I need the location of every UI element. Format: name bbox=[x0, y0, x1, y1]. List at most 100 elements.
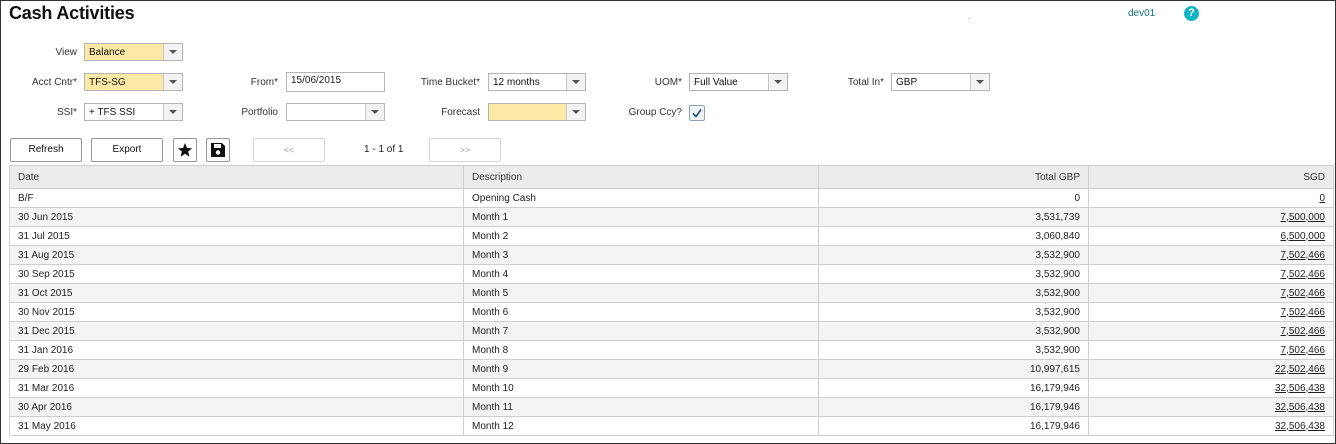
cash-activities-table: Date Description Total GBP SGD B/F Openin… bbox=[9, 165, 1334, 436]
chevron-down-icon[interactable] bbox=[163, 44, 182, 60]
description-cell: Month 10 bbox=[463, 378, 819, 398]
star-icon bbox=[177, 143, 193, 157]
time-bucket-select[interactable]: 12 months bbox=[488, 73, 586, 91]
view-value: Balance bbox=[89, 47, 126, 58]
ssi-select[interactable]: + TFS SSI bbox=[84, 103, 183, 121]
chevron-down-icon[interactable] bbox=[566, 74, 585, 90]
ssi-label: SSI* bbox=[56, 107, 77, 118]
table-row: 31 Dec 2015 Month 7 3,532,900 7,502,466 bbox=[9, 321, 1334, 341]
chevron-down-icon[interactable] bbox=[163, 74, 182, 90]
acct-cntr-select[interactable]: TFS-SG bbox=[84, 73, 183, 91]
date-cell: 31 Jan 2016 bbox=[9, 340, 464, 360]
column-header-description[interactable]: Description bbox=[463, 165, 819, 189]
date-cell: B/F bbox=[9, 188, 464, 208]
total-gbp-cell: 3,532,900 bbox=[818, 283, 1089, 303]
total-gbp-cell: 3,532,900 bbox=[818, 321, 1089, 341]
date-cell: 30 Sep 2015 bbox=[9, 264, 464, 284]
table-row: 30 Jun 2015 Month 1 3,531,739 7,500,000 bbox=[9, 207, 1334, 227]
portfolio-select[interactable] bbox=[286, 103, 385, 121]
uom-select[interactable]: Full Value bbox=[689, 73, 788, 91]
sgd-link[interactable]: 7,502,466 bbox=[1088, 245, 1334, 265]
table-header-row: Date Description Total GBP SGD bbox=[9, 165, 1334, 189]
sgd-link[interactable]: 22,502,466 bbox=[1088, 359, 1334, 379]
total-in-label: Total In* bbox=[847, 77, 884, 88]
chevron-down-icon[interactable] bbox=[365, 104, 384, 120]
table-row: 31 Mar 2016 Month 10 16,179,946 32,506,438 bbox=[9, 378, 1334, 398]
sgd-link[interactable]: 7,500,000 bbox=[1088, 207, 1334, 227]
date-cell: 31 Aug 2015 bbox=[9, 245, 464, 265]
sgd-link[interactable]: 32,506,438 bbox=[1088, 397, 1334, 417]
uom-value: Full Value bbox=[694, 77, 738, 88]
total-gbp-cell: 10,997,615 bbox=[818, 359, 1089, 379]
description-cell: Month 8 bbox=[463, 340, 819, 360]
date-cell: 30 Nov 2015 bbox=[9, 302, 464, 322]
table-row: 30 Sep 2015 Month 4 3,532,900 7,502,466 bbox=[9, 264, 1334, 284]
sgd-link[interactable]: 32,506,438 bbox=[1088, 378, 1334, 398]
date-cell: 30 Jun 2015 bbox=[9, 207, 464, 227]
refresh-button[interactable]: Refresh bbox=[10, 138, 82, 162]
table-row: 31 Oct 2015 Month 5 3,532,900 7,502,466 bbox=[9, 283, 1334, 303]
acct-cntr-label: Acct Cntr* bbox=[31, 77, 77, 88]
table-row: 30 Nov 2015 Month 6 3,532,900 7,502,466 bbox=[9, 302, 1334, 322]
description-cell: Month 4 bbox=[463, 264, 819, 284]
total-gbp-cell: 16,179,946 bbox=[818, 397, 1089, 417]
save-button[interactable] bbox=[206, 138, 230, 162]
description-cell: Month 11 bbox=[463, 397, 819, 417]
total-gbp-cell: 3,532,900 bbox=[818, 340, 1089, 360]
sgd-link[interactable]: 7,502,466 bbox=[1088, 340, 1334, 360]
table-row: B/F Opening Cash 0 0 bbox=[9, 188, 1334, 208]
description-cell: Month 6 bbox=[463, 302, 819, 322]
sgd-link[interactable]: 7,502,466 bbox=[1088, 302, 1334, 322]
total-in-select[interactable]: GBP bbox=[891, 73, 990, 91]
separator-dot: . bbox=[968, 12, 971, 21]
export-button[interactable]: Export bbox=[91, 138, 163, 162]
cash-activities-panel: Cash Activities . dev01 ? View Balance A… bbox=[0, 0, 1336, 444]
total-gbp-cell: 3,531,739 bbox=[818, 207, 1089, 227]
date-cell: 31 Mar 2016 bbox=[9, 378, 464, 398]
table-row: 31 Jan 2016 Month 8 3,532,900 7,502,466 bbox=[9, 340, 1334, 360]
sgd-link[interactable]: 6,500,000 bbox=[1088, 226, 1334, 246]
group-ccy-checkbox[interactable] bbox=[689, 105, 705, 121]
prev-page-button[interactable]: << bbox=[253, 138, 325, 162]
view-select[interactable]: Balance bbox=[84, 43, 183, 61]
ssi-value: + TFS SSI bbox=[89, 107, 136, 118]
user-name[interactable]: dev01 bbox=[1128, 8, 1155, 19]
table-row: 31 Aug 2015 Month 3 3,532,900 7,502,466 bbox=[9, 245, 1334, 265]
sgd-link[interactable]: 7,502,466 bbox=[1088, 321, 1334, 341]
date-cell: 31 Jul 2015 bbox=[9, 226, 464, 246]
total-gbp-cell: 3,060,840 bbox=[818, 226, 1089, 246]
date-cell: 31 Dec 2015 bbox=[9, 321, 464, 341]
sgd-link[interactable]: 32,506,438 bbox=[1088, 416, 1334, 436]
chevron-down-icon[interactable] bbox=[970, 74, 989, 90]
column-header-date[interactable]: Date bbox=[9, 165, 464, 189]
chevron-down-icon[interactable] bbox=[768, 74, 787, 90]
chevron-down-icon[interactable] bbox=[566, 104, 585, 120]
sgd-link[interactable]: 0 bbox=[1088, 188, 1334, 208]
description-cell: Month 12 bbox=[463, 416, 819, 436]
total-in-value: GBP bbox=[896, 77, 918, 88]
chevron-down-icon[interactable] bbox=[163, 104, 182, 120]
description-cell: Month 7 bbox=[463, 321, 819, 341]
help-icon[interactable]: ? bbox=[1184, 6, 1199, 21]
column-header-total-gbp[interactable]: Total GBP bbox=[818, 165, 1089, 189]
column-header-sgd[interactable]: SGD bbox=[1088, 165, 1334, 189]
time-bucket-value: 12 months bbox=[493, 77, 540, 88]
description-cell: Month 2 bbox=[463, 226, 819, 246]
sgd-link[interactable]: 7,502,466 bbox=[1088, 283, 1334, 303]
total-gbp-cell: 3,532,900 bbox=[818, 245, 1089, 265]
table-body: B/F Opening Cash 0 0 30 Jun 2015 Month 1 3,531… bbox=[9, 188, 1334, 436]
date-cell: 31 Oct 2015 bbox=[9, 283, 464, 303]
date-cell: 29 Feb 2016 bbox=[9, 359, 464, 379]
uom-label: UOM* bbox=[654, 77, 682, 88]
checkmark-icon bbox=[692, 109, 702, 118]
acct-cntr-value: TFS-SG bbox=[89, 77, 126, 88]
from-date-input[interactable]: 15/06/2015 bbox=[286, 72, 385, 92]
table-row: 30 Apr 2016 Month 11 16,179,946 32,506,438 bbox=[9, 397, 1334, 417]
total-gbp-cell: 16,179,946 bbox=[818, 416, 1089, 436]
next-page-button[interactable]: >> bbox=[429, 138, 501, 162]
sgd-link[interactable]: 7,502,466 bbox=[1088, 264, 1334, 284]
forecast-select[interactable] bbox=[488, 103, 586, 121]
favorite-button[interactable] bbox=[173, 138, 197, 162]
pagination-info: 1 - 1 of 1 bbox=[364, 144, 404, 155]
total-gbp-cell: 3,532,900 bbox=[818, 302, 1089, 322]
